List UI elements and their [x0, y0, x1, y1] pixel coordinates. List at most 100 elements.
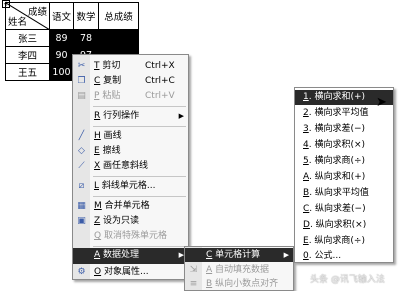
cell-calculation-submenu: 1. 横向求和(+) 2. 横向求平均值 3. 横向求差(−) 4. 横向求积(…	[294, 87, 394, 263]
menu-item-label: 纵向求和(+)	[314, 172, 366, 182]
mouse-cursor-icon: ➤	[376, 95, 387, 110]
menu-item-draw-diagonal[interactable]: ⟋ X 画任意斜线	[73, 159, 188, 174]
menu-item-key: P	[94, 91, 100, 101]
diagonal-cell-icon: ⧄	[78, 181, 85, 191]
decimal-align-icon: ≡	[189, 279, 198, 289]
menu-item-shortcut: Ctrl+X	[145, 61, 175, 71]
menu-item-key: 3	[303, 124, 309, 134]
menu-item-label: 自动填充数据	[215, 265, 270, 275]
menu-item-read-only[interactable]: ▣ Z 设为只读	[73, 214, 188, 229]
header-total[interactable]: 总成绩	[98, 2, 139, 30]
menu-item-data-processing[interactable]: A 数据处理 ▶	[73, 248, 188, 264]
menu-item-label: 纵向小数点对齐	[215, 279, 279, 289]
header-score-label: 成绩	[27, 7, 47, 18]
menu-item-label: 画线	[103, 131, 122, 141]
header-name-label: 姓名	[8, 17, 28, 28]
menu-item-label: 公式...	[314, 251, 342, 261]
cell-name[interactable]: 李四	[5, 46, 50, 64]
menu-item-col-average[interactable]: B. 纵向求平均值	[295, 186, 393, 201]
menu-item-key: C	[94, 76, 101, 86]
menu-item-decimal-align[interactable]: ≡ B 纵向小数点对齐	[185, 277, 293, 291]
menu-item-key: H	[94, 131, 101, 141]
auto-fill-icon: ⇲	[189, 265, 198, 275]
menu-item-col-difference[interactable]: C. 纵向求差(−)	[295, 202, 393, 217]
merge-cells-icon: ▦	[77, 201, 86, 211]
submenu-arrow-icon: ▶	[283, 251, 289, 259]
header-math[interactable]: 数学	[73, 2, 99, 30]
menu-separator	[93, 106, 186, 107]
cell-chinese[interactable]: 90	[49, 46, 74, 64]
menu-item-row-product[interactable]: 4. 横向求积(×)	[295, 138, 393, 153]
menu-item-label: 剪切	[102, 61, 121, 71]
menu-item-formula[interactable]: 0. 公式...	[295, 249, 393, 264]
menu-item-draw-line[interactable]: ╱ H 画线	[73, 129, 188, 144]
cell-name[interactable]: 王五	[5, 63, 50, 81]
paste-icon: ▤	[77, 91, 86, 101]
menu-item-row-col-ops[interactable]: R 行列操作 ▶	[73, 109, 188, 124]
stage: { "table": { "header": { "diag_top": "成绩…	[0, 0, 400, 291]
menu-item-label: 纵向求平均值	[314, 188, 369, 198]
menu-item-label: 复制	[103, 76, 122, 86]
menu-item-key: E	[94, 146, 100, 156]
menu-item-key: R	[94, 111, 101, 121]
menu-item-key: B	[206, 279, 213, 289]
menu-item-key: L	[94, 181, 100, 191]
menu-item-col-sum[interactable]: A. 纵向求和(+)	[295, 170, 393, 185]
cell-math[interactable]: 78	[73, 29, 99, 47]
menu-item-key: 4	[303, 140, 309, 150]
menu-item-object-properties[interactable]: ⚙ O 对象属性...	[73, 265, 188, 280]
submenu-arrow-icon: ▶	[178, 112, 184, 120]
context-menu: ✂ T 剪切 Ctrl+X ❐ C 复制 Ctrl+C ▤ P 粘贴 Ctrl+…	[72, 54, 189, 280]
menu-item-label: 横向求商(÷)	[314, 156, 366, 166]
menu-item-key: A	[206, 265, 213, 275]
menu-item-key: 0	[303, 251, 309, 261]
scissors-icon: ✂	[77, 61, 86, 71]
copy-icon: ❐	[77, 76, 86, 86]
menu-item-key: O	[94, 267, 102, 277]
menu-item-label: 纵向求商(÷)	[314, 236, 365, 246]
menu-item-auto-fill[interactable]: ⇲ A 自动填充数据	[185, 263, 293, 278]
menu-item-key: X	[94, 161, 101, 171]
menu-item-label: 横向求差(−)	[314, 124, 366, 134]
menu-item-label: 纵向求差(−)	[315, 204, 366, 214]
menu-item-key: B	[303, 188, 310, 198]
menu-item-col-product[interactable]: D. 纵向求积(×)	[295, 218, 393, 233]
menu-item-key: Z	[94, 216, 101, 226]
table-row: 张三 89 78	[5, 29, 139, 47]
menu-item-key: A	[94, 250, 101, 260]
menu-item-key: C	[206, 250, 213, 260]
diagonal-header-cell[interactable]: 成绩 姓名	[5, 2, 50, 30]
properties-icon: ⚙	[77, 267, 86, 277]
menu-item-paste[interactable]: ▤ P 粘贴 Ctrl+V	[73, 89, 188, 104]
menu-item-row-difference[interactable]: 3. 横向求差(−)	[295, 122, 393, 137]
menu-item-cancel-special[interactable]: Q 取消特殊单元格	[73, 229, 188, 244]
menu-item-diagonal-cell[interactable]: ⧄ L 斜线单元格...	[73, 179, 188, 194]
cell-name[interactable]: 张三	[5, 29, 50, 47]
menu-item-label: 横向求平均值	[314, 108, 369, 118]
cell-total[interactable]	[98, 29, 139, 47]
menu-item-cell-calculation[interactable]: C 单元格计算 ▶	[185, 248, 293, 262]
menu-separator	[93, 246, 186, 247]
lock-icon: ▣	[77, 216, 86, 226]
eraser-icon: ◇	[78, 146, 85, 156]
menu-item-key: M	[94, 201, 102, 211]
cell-chinese[interactable]: 100	[49, 63, 74, 81]
menu-item-copy[interactable]: ❐ C 复制 Ctrl+C	[73, 74, 188, 89]
menu-item-row-quotient[interactable]: 5. 横向求商(÷)	[295, 154, 393, 169]
menu-item-erase-line[interactable]: ◇ E 擦线	[73, 144, 188, 159]
menu-item-cut[interactable]: ✂ T 剪切 Ctrl+X	[73, 59, 188, 74]
menu-item-label: 合并单元格	[104, 201, 150, 211]
menu-item-key: Q	[94, 231, 102, 241]
menu-item-key: 2	[303, 108, 309, 118]
menu-item-col-quotient[interactable]: E. 纵向求商(÷)	[295, 234, 393, 249]
menu-item-key: E	[303, 236, 309, 246]
menu-item-merge-cells[interactable]: ▦ M 合并单元格	[73, 199, 188, 214]
menu-item-label: 行列操作	[103, 111, 140, 121]
header-chinese[interactable]: 语文	[49, 2, 74, 30]
menu-item-label: 设为只读	[103, 216, 140, 226]
pen-icon: ╱	[78, 131, 85, 141]
menu-item-key: T	[94, 61, 100, 71]
cell-chinese[interactable]: 89	[49, 29, 74, 47]
menu-item-label: 对象属性...	[103, 267, 149, 277]
menu-item-key: C	[303, 204, 310, 214]
